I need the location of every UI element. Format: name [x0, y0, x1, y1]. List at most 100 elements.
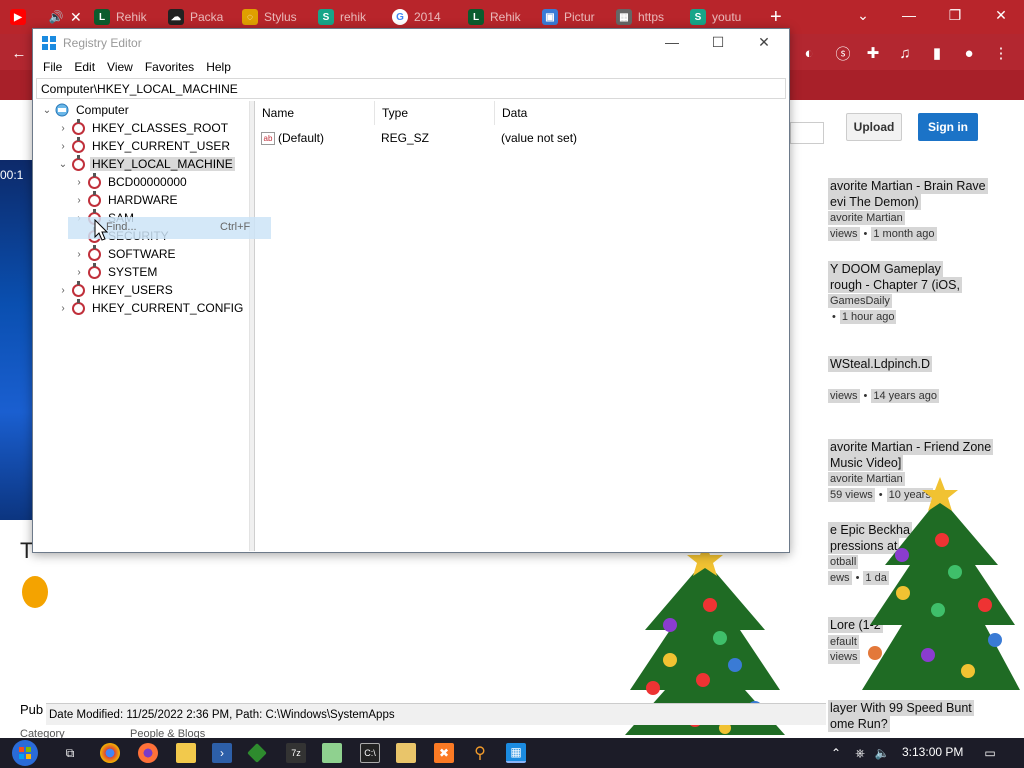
address-bar[interactable]: Computer\HKEY_LOCAL_MACHINE [36, 78, 786, 99]
browser-tab-audio[interactable]: 🔊 ✕ [42, 4, 82, 30]
tree-item-computer[interactable]: ⌄ Computer [39, 101, 131, 119]
menu-dots-icon[interactable]: ⋮ [990, 42, 1012, 64]
browser-tab-4[interactable]: ☁ Packa [162, 4, 223, 30]
network-icon[interactable]: ⎈ [850, 743, 870, 763]
suggestion-title[interactable]: WSteal.Ldpinch.D [828, 356, 933, 372]
browser-minimize-button[interactable]: — [886, 0, 932, 30]
chevron-down-icon[interactable]: ⌄ [39, 105, 55, 116]
tree-item-system[interactable]: › SYSTEM [71, 262, 159, 281]
sidebar-icon[interactable]: ▮ [926, 42, 948, 64]
tab-title: youtu [712, 10, 742, 24]
search-tool-icon[interactable]: ⚲ [470, 743, 490, 763]
puzzle-icon[interactable]: ✚ [862, 42, 884, 64]
tree-item-hkey-classes-root[interactable]: › HKEY_CLASSES_ROOT [55, 118, 230, 137]
browser-tab-youtube[interactable]: ▶ [4, 4, 26, 30]
channel-name[interactable]: avorite Martian [828, 211, 905, 225]
video-player[interactable] [0, 160, 34, 520]
channel-name[interactable]: GamesDaily [828, 294, 892, 308]
browser-collapse-icon[interactable]: ⌄ [840, 0, 886, 30]
firefox-icon[interactable] [138, 743, 158, 763]
chevron-right-icon[interactable]: › [55, 303, 71, 314]
minimize-button[interactable]: — [649, 29, 695, 55]
notification-icon[interactable]: ▭ [980, 743, 1000, 763]
regedit-taskbar-icon[interactable]: ▦ [506, 743, 526, 763]
tree-item-bcd[interactable]: › BCD00000000 [71, 172, 189, 191]
cmd-icon[interactable]: C:\ [360, 743, 380, 763]
tree-item-hkey-local-machine[interactable]: ⌄ HKEY_LOCAL_MACHINE [55, 154, 235, 173]
upload-button[interactable]: Upload [846, 113, 902, 141]
chevron-right-icon[interactable]: › [55, 285, 71, 296]
flag-icon[interactable]: ◐ [798, 42, 820, 64]
back-arrow-icon[interactable]: ← [8, 42, 30, 64]
chevron-right-icon[interactable]: › [71, 267, 87, 278]
git-icon[interactable] [247, 743, 267, 763]
browser-tab-10[interactable]: ▦ https [610, 4, 664, 30]
menu-help[interactable]: Help [200, 60, 237, 74]
volume-icon[interactable]: 🔈 [872, 743, 892, 763]
suggestion-title[interactable]: rough - Chapter 7 (iOS, [828, 277, 962, 293]
suggestion-meta: • 1 hour ago [832, 310, 897, 324]
tree-item-hkey-current-user[interactable]: › HKEY_CURRENT_USER [55, 136, 232, 155]
value-row[interactable]: ab (Default) REG_SZ (value not set) [261, 129, 781, 147]
file-explorer-icon[interactable] [176, 743, 196, 763]
chevron-right-icon[interactable]: › [55, 123, 71, 134]
browser-tab-6[interactable]: S rehik [312, 4, 366, 30]
tree-item-software[interactable]: › SOFTWARE [71, 244, 178, 263]
suggestion-title[interactable]: Music Video] [828, 455, 904, 471]
browser-tab-3[interactable]: L Rehik [88, 4, 147, 30]
profile-avatar-icon[interactable]: ● [958, 42, 980, 64]
menu-file[interactable]: File [37, 60, 68, 74]
chevron-right-icon[interactable]: › [71, 195, 87, 206]
chevron-down-icon[interactable]: ⌄ [55, 159, 71, 170]
column-header-name[interactable]: Name [255, 101, 375, 125]
tree-item-hkey-users[interactable]: › HKEY_USERS [55, 280, 175, 299]
menu-favorites[interactable]: Favorites [139, 60, 200, 74]
tree-item-hardware[interactable]: › HARDWARE [71, 190, 180, 209]
menu-view[interactable]: View [101, 60, 139, 74]
browser-tab-11[interactable]: S youtu [684, 4, 741, 30]
task-view-icon[interactable]: ⧉ [60, 743, 80, 763]
browser-close-button[interactable]: ✕ [978, 0, 1024, 30]
suggestion-title[interactable]: ome Run? [828, 716, 890, 732]
channel-avatar[interactable] [22, 576, 48, 608]
extension-s-icon[interactable]: ⓢ [832, 42, 854, 64]
tree-item-hkey-current-config[interactable]: › HKEY_CURRENT_CONFIG [55, 298, 245, 317]
suggestion-title[interactable]: Y DOOM Gameplay [828, 261, 943, 277]
menu-edit[interactable]: Edit [68, 60, 101, 74]
chevron-right-icon[interactable]: › [55, 141, 71, 152]
browser-tab-5[interactable]: ◌ Stylus [236, 4, 297, 30]
xampp-icon[interactable]: ✖ [434, 743, 454, 763]
browser-tab-7[interactable]: G 2014 [386, 4, 441, 30]
search-input-edge[interactable] [790, 122, 824, 144]
column-header-data[interactable]: Data [495, 101, 785, 125]
chrome-icon[interactable] [100, 743, 120, 763]
notepadpp-icon[interactable] [322, 743, 342, 763]
7zip-icon[interactable]: 7z [286, 743, 306, 763]
chevron-right-icon[interactable]: › [71, 177, 87, 188]
close-button[interactable]: ✕ [741, 29, 787, 55]
suggestion-title[interactable]: avorite Martian - Brain Rave [828, 178, 988, 194]
sign-in-button[interactable]: Sign in [918, 113, 978, 141]
new-tab-button[interactable]: + [764, 4, 782, 30]
clock[interactable]: 3:13:00 PM [902, 745, 963, 759]
keyboard-icon[interactable] [396, 743, 416, 763]
tree-label: Computer [76, 103, 129, 117]
browser-tab-8[interactable]: L Rehik [462, 4, 521, 30]
chevron-up-icon[interactable]: ⌃ [826, 743, 846, 763]
powershell-icon[interactable]: › [212, 743, 232, 763]
tab-favicon-icon: S [318, 9, 334, 25]
maximize-button[interactable]: ☐ [695, 29, 741, 55]
suggestion-meta: views • 1 month ago [828, 227, 937, 241]
close-tab-icon[interactable]: ✕ [70, 9, 82, 26]
suggestion-title[interactable]: evi The Demon) [828, 194, 921, 210]
suggestion-title[interactable]: avorite Martian - Friend Zone [828, 439, 994, 455]
chevron-right-icon[interactable]: › [71, 249, 87, 260]
media-icon[interactable]: ♫ [894, 42, 916, 64]
browser-tab-9[interactable]: ▣ Pictur [536, 4, 595, 30]
video-time: 00:1 [0, 168, 24, 182]
start-button[interactable] [10, 738, 46, 768]
christmas-tree-decoration [862, 477, 1020, 690]
window-titlebar[interactable]: Registry Editor — ☐ ✕ [33, 29, 789, 56]
browser-restore-button[interactable]: ❐ [932, 0, 978, 30]
column-header-type[interactable]: Type [375, 101, 495, 125]
